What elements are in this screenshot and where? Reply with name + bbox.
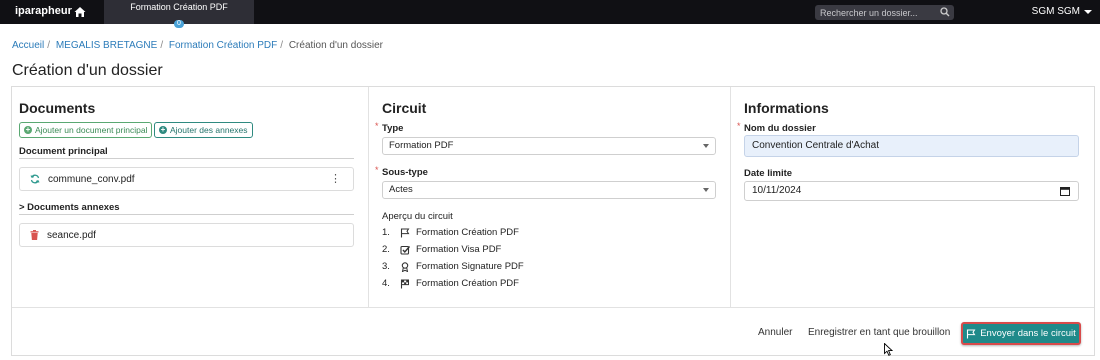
circuit-step: 2. Formation Visa PDF xyxy=(382,244,501,255)
required-marker: * xyxy=(375,165,379,175)
step-label: Formation Création PDF xyxy=(416,227,519,238)
page-title: Création d'un dossier xyxy=(12,62,163,79)
main-document-item[interactable]: commune_conv.pdf ⋮ xyxy=(19,167,354,191)
documents-heading: Documents xyxy=(19,100,96,116)
circuit-heading: Circuit xyxy=(382,100,427,116)
annexes-section-toggle[interactable]: > Documents annexes xyxy=(19,202,120,213)
folder-name-label: Nom du dossier xyxy=(744,123,816,134)
subtype-select[interactable]: Actes xyxy=(382,181,716,199)
type-select[interactable]: Formation PDF xyxy=(382,137,716,155)
step-number: 1. xyxy=(382,227,390,238)
search-box xyxy=(815,5,954,20)
finish-flag-icon xyxy=(400,279,409,288)
step-label: Formation Signature PDF xyxy=(416,261,524,272)
deadline-date-input[interactable]: 10/11/2024 xyxy=(744,181,1079,201)
informations-heading: Informations xyxy=(744,100,829,116)
breadcrumb-link-accueil[interactable]: Accueil xyxy=(12,40,44,51)
calendar-icon[interactable] xyxy=(1060,186,1070,196)
search-input[interactable] xyxy=(820,6,935,19)
app-brand[interactable]: iparapheur xyxy=(15,5,72,17)
step-number: 4. xyxy=(382,278,390,289)
plus-circle-icon: + xyxy=(159,125,167,134)
folder-name-input[interactable]: Convention Centrale d'Achat xyxy=(744,135,1079,157)
sync-icon xyxy=(30,174,40,184)
breadcrumb-current: Création d'un dossier xyxy=(288,40,384,51)
breadcrumb-link-formation[interactable]: Formation Création PDF xyxy=(169,40,277,51)
deadline-date-value: 10/11/2024 xyxy=(752,185,802,196)
divider xyxy=(19,214,354,215)
save-draft-button[interactable]: Enregistrer en tant que brouillon xyxy=(808,327,950,338)
main-document-section-label: Document principal xyxy=(19,146,108,157)
circuit-step: 1. Formation Création PDF xyxy=(382,227,519,238)
mouse-cursor-icon xyxy=(884,343,893,356)
required-marker: * xyxy=(737,121,741,131)
breadcrumb: Accueil / MEGALIS BRETAGNE / Formation Cré… xyxy=(12,40,384,51)
footer-divider xyxy=(12,307,1094,308)
home-icon[interactable] xyxy=(74,6,86,18)
send-to-circuit-label: Envoyer dans le circuit xyxy=(980,328,1076,339)
award-icon xyxy=(401,261,409,272)
trash-icon[interactable] xyxy=(30,230,39,240)
check-square-icon xyxy=(400,245,410,255)
divider xyxy=(19,158,354,159)
add-main-document-button[interactable]: + Ajouter un document principal xyxy=(19,122,153,138)
step-number: 2. xyxy=(382,244,390,255)
informations-panel: Informations * Nom du dossier Convention… xyxy=(731,87,1095,307)
tab-formation-creation-pdf[interactable]: Formation Création PDF 0 xyxy=(104,0,254,28)
top-navbar: iparapheur Formation Création PDF 0 SGM … xyxy=(0,0,1100,28)
step-label: Formation Visa PDF xyxy=(416,244,502,255)
more-options-icon[interactable]: ⋮ xyxy=(330,173,341,185)
circuit-step: 3. Formation Signature PDF xyxy=(382,261,524,272)
search-icon[interactable] xyxy=(940,7,950,17)
required-marker: * xyxy=(375,121,379,131)
cancel-button[interactable]: Annuler xyxy=(758,327,792,338)
create-folder-form: Documents + Ajouter un document principa… xyxy=(11,86,1095,356)
chevron-down-icon xyxy=(703,188,709,192)
step-number: 3. xyxy=(382,261,390,272)
tab-label: Formation Création PDF xyxy=(130,2,228,12)
documents-panel: Documents + Ajouter un document principa… xyxy=(12,87,369,307)
circuit-panel: Circuit * Type Formation PDF * Sous-type… xyxy=(369,87,731,307)
circuit-preview-label: Aperçu du circuit xyxy=(382,211,453,222)
count-badge: 0 xyxy=(174,20,184,28)
caret-down-icon xyxy=(1084,9,1092,14)
circuit-step: 4. Formation Création PDF xyxy=(382,278,519,289)
subtype-label: Sous-type xyxy=(382,167,428,178)
flag-icon xyxy=(967,329,976,338)
type-label: Type xyxy=(382,123,404,134)
add-annexes-label: Ajouter des annexes xyxy=(170,125,248,135)
user-name: SGM SGM xyxy=(1031,6,1080,17)
breadcrumb-link-megalis[interactable]: MEGALIS BRETAGNE xyxy=(56,40,158,51)
flag-icon xyxy=(400,228,410,237)
add-main-document-label: Ajouter un document principal xyxy=(35,125,148,135)
add-annexes-button[interactable]: + Ajouter des annexes xyxy=(154,122,253,138)
annex-document-filename: seance.pdf xyxy=(47,229,96,241)
annex-document-item[interactable]: seance.pdf xyxy=(19,223,354,247)
chevron-down-icon xyxy=(703,144,709,148)
subtype-select-value: Actes xyxy=(389,184,413,195)
deadline-label: Date limite xyxy=(744,168,793,179)
plus-circle-icon: + xyxy=(24,125,32,134)
send-to-circuit-button[interactable]: Envoyer dans le circuit xyxy=(961,322,1081,345)
user-menu[interactable]: SGM SGM xyxy=(1032,6,1092,17)
step-label: Formation Création PDF xyxy=(416,278,519,289)
type-select-value: Formation PDF xyxy=(389,140,454,151)
main-document-filename: commune_conv.pdf xyxy=(48,173,135,185)
